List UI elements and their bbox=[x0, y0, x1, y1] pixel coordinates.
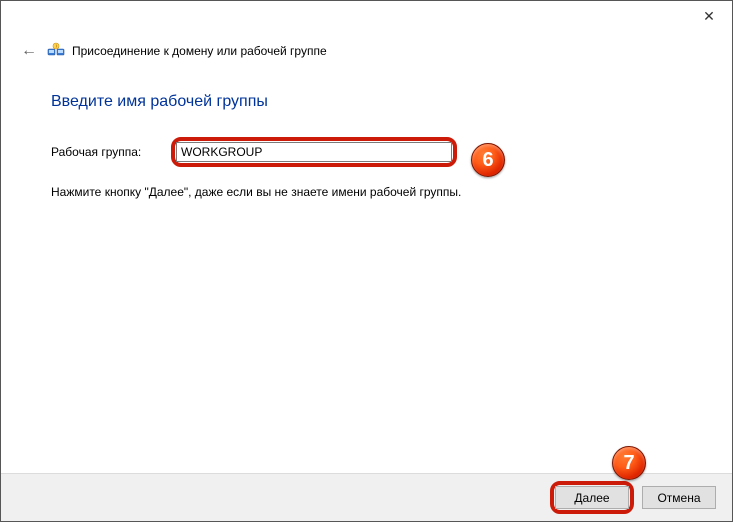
wizard-title: Присоединение к домену или рабочей групп… bbox=[72, 44, 327, 58]
close-icon: ✕ bbox=[703, 8, 715, 25]
next-button[interactable]: Далее bbox=[555, 486, 629, 509]
workgroup-row: Рабочая группа: bbox=[51, 137, 692, 167]
wizard-icon bbox=[47, 42, 65, 60]
header-row: ← Присоединение к домену или рабочей гру… bbox=[1, 37, 732, 65]
footer: 7 Далее Отмена bbox=[1, 473, 732, 521]
workgroup-field-highlight bbox=[171, 137, 457, 167]
workgroup-label: Рабочая группа: bbox=[51, 145, 171, 159]
annotation-badge-7: 7 bbox=[612, 446, 646, 480]
back-arrow-icon: ← bbox=[21, 42, 37, 60]
content-area: Введите имя рабочей группы Рабочая групп… bbox=[1, 65, 732, 473]
titlebar: ✕ bbox=[1, 1, 732, 37]
page-heading: Введите имя рабочей группы bbox=[51, 93, 692, 111]
close-button[interactable]: ✕ bbox=[686, 1, 732, 31]
workgroup-input[interactable] bbox=[176, 142, 452, 162]
hint-text: Нажмите кнопку "Далее", даже если вы не … bbox=[51, 185, 692, 199]
wizard-window: ✕ ← Присоединение к домену или рабочей г… bbox=[0, 0, 733, 522]
back-button[interactable]: ← bbox=[19, 41, 39, 61]
cancel-button[interactable]: Отмена bbox=[642, 486, 716, 509]
annotation-badge-6: 6 bbox=[471, 143, 505, 177]
next-button-highlight: Далее bbox=[550, 481, 634, 514]
